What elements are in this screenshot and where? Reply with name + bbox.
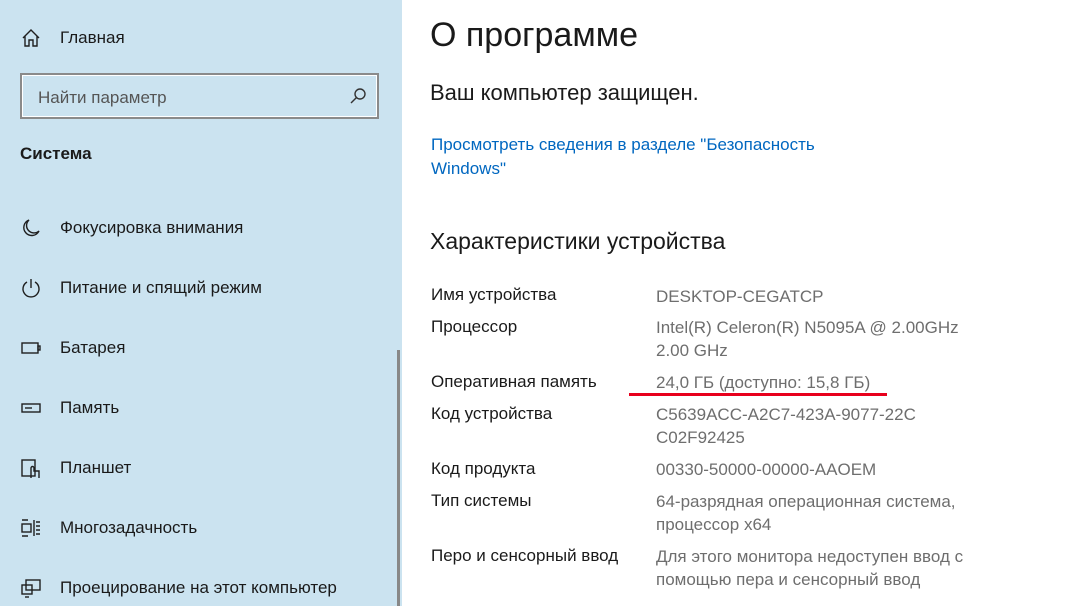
spec-value-pen-touch: Для этого монитора недоступен ввод с пом… [656, 547, 964, 589]
spec-value-device-name: DESKTOP-CEGATCP [656, 287, 824, 306]
sidebar-item-label: Фокусировка внимания [60, 218, 244, 237]
spec-value-processor: Intel(R) Celeron(R) N5095A @ 2.00GHz 2.0… [656, 318, 959, 360]
main-content: О программе Ваш компьютер защищен. Просм… [402, 0, 1081, 606]
sidebar: Главная Найти параметр Система Фокусиров… [0, 0, 402, 606]
spec-label-processor: Процессор [431, 317, 518, 336]
search-icon[interactable] [349, 87, 367, 105]
sidebar-item-label: Память [60, 398, 120, 417]
sidebar-item-multitasking[interactable]: Многозадачность [0, 508, 398, 548]
sidebar-item-label: Батарея [60, 338, 126, 357]
storage-icon [20, 397, 42, 419]
sidebar-item-power-sleep[interactable]: Питание и спящий режим [0, 268, 398, 308]
sidebar-item-label: Проецирование на этот компьютер [60, 578, 337, 597]
tablet-icon [20, 457, 42, 479]
multitasking-icon [20, 517, 42, 539]
sidebar-item-home[interactable]: Главная [0, 18, 398, 58]
projecting-icon [20, 577, 42, 599]
spec-label-system-type: Тип системы [431, 491, 532, 510]
spec-label-device-name: Имя устройства [431, 285, 557, 304]
protection-status: Ваш компьютер защищен. [430, 80, 699, 105]
battery-icon [20, 337, 42, 359]
power-icon [20, 277, 42, 299]
sidebar-item-label: Питание и спящий режим [60, 278, 262, 297]
search-input[interactable]: Найти параметр [38, 88, 167, 108]
sidebar-item-storage[interactable]: Память [0, 388, 398, 428]
spec-value-product-id: 00330-50000-00000-AAOEM [656, 460, 877, 479]
annotation-underline [629, 393, 887, 396]
spec-label-product-id: Код продукта [431, 459, 536, 478]
search-field[interactable]: Найти параметр [20, 73, 379, 119]
sidebar-item-projecting[interactable]: Проецирование на этот компьютер [0, 568, 398, 608]
page-title: О программе [430, 16, 639, 54]
spec-label-device-id: Код устройства [431, 404, 553, 423]
home-icon [20, 27, 42, 49]
security-details-link[interactable]: Просмотреть сведения в разделе "Безопасн… [431, 133, 851, 181]
spec-value-ram: 24,0 ГБ (доступно: 15,8 ГБ) [656, 373, 871, 392]
sidebar-section-title: Система [20, 144, 92, 163]
moon-icon [20, 217, 42, 239]
sidebar-item-battery[interactable]: Батарея [0, 328, 398, 368]
sidebar-item-label: Главная [60, 28, 125, 47]
sidebar-item-label: Многозадачность [60, 518, 198, 537]
spec-value-system-type: 64-разрядная операционная система, проце… [656, 492, 956, 534]
sidebar-item-tablet[interactable]: Планшет [0, 448, 398, 488]
sidebar-item-label: Планшет [60, 458, 132, 477]
device-specs-title: Характеристики устройства [430, 228, 726, 254]
sidebar-item-focus-assist[interactable]: Фокусировка внимания [0, 208, 398, 248]
spec-label-ram: Оперативная память [431, 372, 597, 391]
spec-value-device-id: C5639ACC-A2C7-423A-9077-22CC02F92425 [656, 405, 916, 447]
sidebar-scrollbar[interactable] [397, 350, 400, 606]
spec-label-pen-touch: Перо и сенсорный ввод [431, 546, 619, 565]
